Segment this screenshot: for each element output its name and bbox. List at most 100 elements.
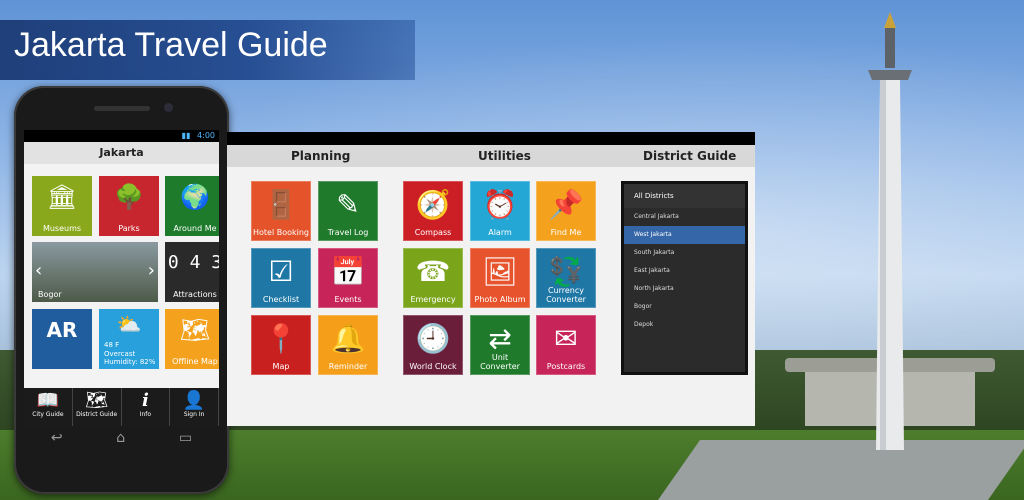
weather-condition: Overcast xyxy=(104,350,136,358)
district-item-west-jakarta[interactable]: West Jakarta xyxy=(624,226,745,244)
status-time: 4:00 xyxy=(197,131,215,140)
arrows-icon: ⇄ xyxy=(488,322,512,355)
nav-district-guide[interactable]: 🗺 District Guide xyxy=(73,388,122,426)
weather-icon: ⛅ xyxy=(116,312,142,336)
phone-tile-grid: 🏛 Museums 🌳 Parks 🌍 Around Me Bogor ‹ › 0 4 3 Attr… xyxy=(24,164,219,388)
map-icon: 🗺 xyxy=(179,316,211,344)
district-item-bogor[interactable]: Bogor xyxy=(624,298,745,316)
tile-hotel-booking[interactable]: 🚪 Hotel Booking xyxy=(251,181,311,241)
phone-screen: ▮▮ 4:00 Jakarta 🏛 Museums 🌳 Parks 🌍 Around Me… xyxy=(24,130,219,426)
tile-currency-converter[interactable]: 💱 Currency Converter xyxy=(536,248,596,308)
postcard-icon: ✉ xyxy=(554,322,578,355)
tile-label: Currency Converter xyxy=(546,286,586,304)
signal-battery-icon: ▮▮ xyxy=(181,131,191,140)
tile-label: Find Me xyxy=(550,228,582,237)
tile-label: Compass xyxy=(414,228,452,237)
tile-label: Reminder xyxy=(328,362,368,371)
photos-icon: 🖼 xyxy=(482,255,518,288)
tile-label: Parks xyxy=(118,224,140,233)
tile-map[interactable]: 📍 Map xyxy=(251,315,311,375)
monas-monument-image xyxy=(868,12,912,450)
tile-label: Postcards xyxy=(546,362,586,371)
tile-museums[interactable]: 🏛 Museums xyxy=(32,176,92,236)
tile-alarm[interactable]: ⏰ Alarm xyxy=(470,181,530,241)
tile-reminder[interactable]: 🔔 Reminder xyxy=(318,315,378,375)
currency-icon: 💱 xyxy=(548,255,584,288)
tile-bogor[interactable]: Bogor ‹ › xyxy=(32,242,158,302)
district-item-north-jakarta[interactable]: North Jakarta xyxy=(624,280,745,298)
tile-label: Map xyxy=(272,362,290,371)
nav-sign-in[interactable]: 👤 Sign In xyxy=(170,388,219,426)
ar-icon: AR xyxy=(46,318,78,342)
carousel-next-icon[interactable]: › xyxy=(148,260,155,281)
user-icon: 👤 xyxy=(182,390,206,411)
compass-icon: 🧭 xyxy=(415,188,451,221)
tablet-panel: Planning Utilities District Guide All Di… xyxy=(227,132,755,426)
book-icon: 📖 xyxy=(36,390,60,411)
tile-ar-icon[interactable]: AR xyxy=(32,309,92,369)
tile-label: Checklist xyxy=(262,295,300,304)
home-key-icon[interactable]: ⌂ xyxy=(116,430,125,450)
nav-label: Sign In xyxy=(183,411,205,418)
digital-counter-icon: 0 4 3 xyxy=(167,252,219,273)
heading-planning: Planning xyxy=(291,149,351,163)
tile-label: Hotel Booking xyxy=(252,228,309,237)
district-list: All Districts Central Jakarta West Jakart… xyxy=(621,181,748,375)
tile-events[interactable]: 📅 Events xyxy=(318,248,378,308)
tile-label: World Clock xyxy=(409,362,457,371)
recents-key-icon[interactable]: ▭ xyxy=(179,430,192,450)
status-bar: ▮▮ 4:00 xyxy=(24,130,219,142)
alarm-icon: ⏰ xyxy=(482,188,518,221)
heading-district-guide: District Guide xyxy=(643,149,737,163)
district-item-central-jakarta[interactable]: Central Jakarta xyxy=(624,208,745,226)
back-key-icon[interactable]: ↩ xyxy=(51,430,63,450)
nav-label: Info xyxy=(139,411,152,418)
district-list-title: All Districts xyxy=(624,184,745,208)
tile-offline-map[interactable]: 🗺 Offline Map xyxy=(165,309,219,369)
tile-photo-album[interactable]: 🖼 Photo Album xyxy=(470,248,530,308)
pushpin-icon: 📌 xyxy=(548,188,584,221)
tile-compass[interactable]: 🧭 Compass xyxy=(403,181,463,241)
walkway xyxy=(657,440,1024,500)
nav-label: City Guide xyxy=(32,411,64,418)
title-banner: Jakarta Travel Guide xyxy=(0,20,415,80)
map-pin-icon: 📍 xyxy=(263,322,299,355)
tile-postcards[interactable]: ✉ Postcards xyxy=(536,315,596,375)
tile-checklist[interactable]: ☑ Checklist xyxy=(251,248,311,308)
tile-around-me[interactable]: 🌍 Around Me xyxy=(165,176,219,236)
tile-label: Offline Map xyxy=(172,357,218,366)
nav-city-guide[interactable]: 📖 City Guide xyxy=(24,388,73,426)
panel-header: Planning Utilities District Guide xyxy=(227,145,755,167)
info-icon: i xyxy=(141,390,149,411)
tile-emergency[interactable]: ☎ Emergency xyxy=(403,248,463,308)
tile-attractions[interactable]: 0 4 3 Attractions xyxy=(165,242,219,302)
tile-travel-log[interactable]: ✎ Travel Log xyxy=(318,181,378,241)
globe-pin-icon: 🌍 xyxy=(180,183,210,211)
tile-label: Alarm xyxy=(488,228,512,237)
nav-info[interactable]: i Info xyxy=(122,388,171,426)
tile-world-clock[interactable]: 🕘 World Clock xyxy=(403,315,463,375)
tile-find-me[interactable]: 📌 Find Me xyxy=(536,181,596,241)
phone-hardware-keys: ↩ ⌂ ▭ xyxy=(24,430,219,450)
clock-icon: 🕘 xyxy=(415,322,451,355)
phone-speaker xyxy=(94,106,150,111)
phone-person-icon: ☎ xyxy=(415,255,451,288)
carousel-prev-icon[interactable]: ‹ xyxy=(35,260,42,281)
weather-temp: 48 F xyxy=(104,341,120,349)
tile-label: Photo Album xyxy=(474,295,526,304)
tile-humidity-82[interactable]: ⛅ Humidity: 82% 48 F Overcast xyxy=(99,309,159,369)
tile-label: Events xyxy=(334,295,362,304)
district-item-east-jakarta[interactable]: East Jakarta xyxy=(624,262,745,280)
district-item-depok[interactable]: Depok xyxy=(624,316,745,334)
tile-unit-converter[interactable]: ⇄ Unit Converter xyxy=(470,315,530,375)
door-hanger-icon: 🚪 xyxy=(263,188,299,221)
column-icon: 🏛 xyxy=(46,183,78,211)
map-outline-icon: 🗺 xyxy=(85,390,109,411)
tile-parks[interactable]: 🌳 Parks xyxy=(99,176,159,236)
tile-label: Travel Log xyxy=(327,228,369,237)
tile-label: Emergency xyxy=(410,295,456,304)
nav-label: District Guide xyxy=(76,411,118,418)
district-item-south-jakarta[interactable]: South Jakarta xyxy=(624,244,745,262)
edit-icon: ✎ xyxy=(336,188,360,221)
bottom-nav: 📖 City Guide 🗺 District Guide i Info 👤 Sign In xyxy=(24,388,219,426)
